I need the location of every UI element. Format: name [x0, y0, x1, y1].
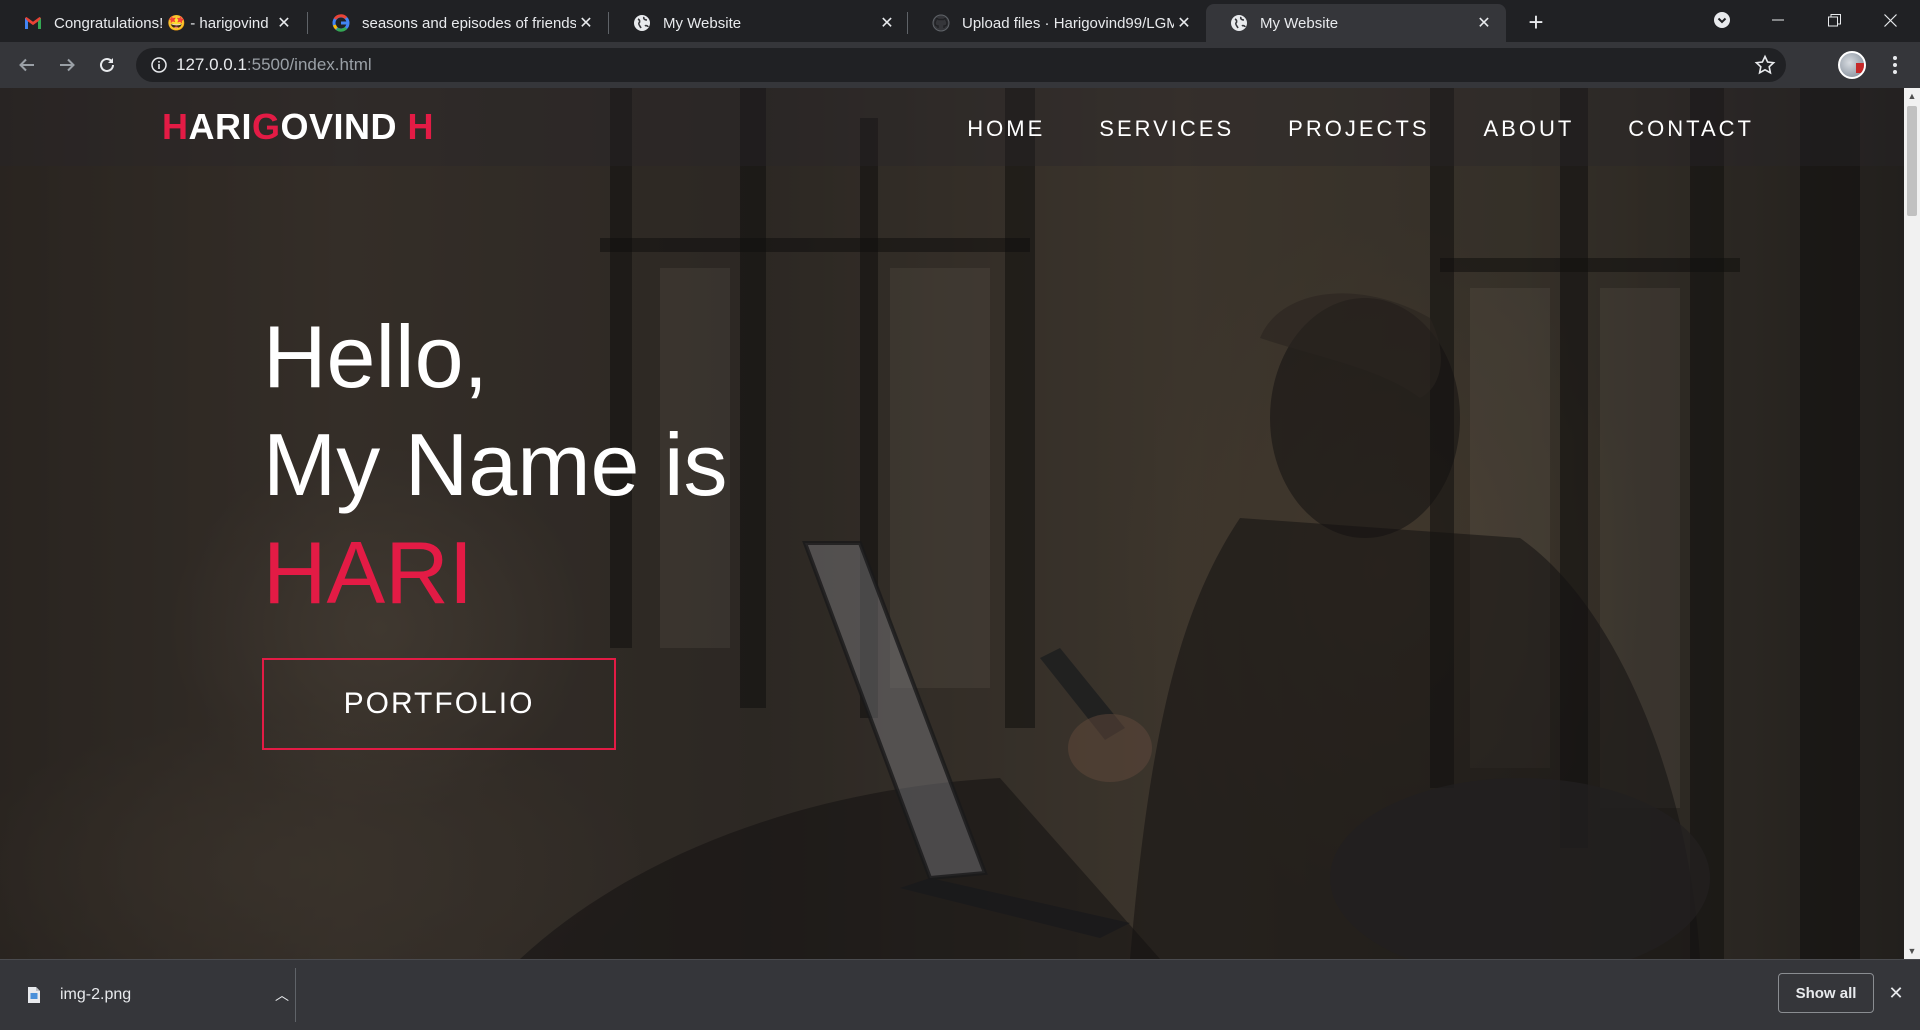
download-filename: img-2.png [60, 986, 132, 1003]
back-arrow-icon[interactable] [12, 50, 42, 80]
downloads-bar: img-2.png ︿ Show all ✕ [0, 959, 1920, 1030]
tab-google-search[interactable]: seasons and episodes of friends - ✕ [308, 4, 608, 42]
tab-title: seasons and episodes of friends - [362, 14, 576, 32]
minimize-icon[interactable] [1750, 0, 1806, 40]
download-separator [295, 968, 296, 1022]
hero-line-greeting: Hello, [263, 307, 488, 406]
menu-kebab-icon[interactable] [1880, 50, 1910, 80]
globe-icon [1230, 14, 1248, 32]
new-tab-plus-icon[interactable]: + [1522, 7, 1550, 37]
tab-my-website-active[interactable]: My Website ✕ [1206, 4, 1506, 42]
close-icon[interactable]: ✕ [877, 13, 897, 33]
close-window-icon[interactable] [1862, 0, 1918, 40]
chevron-up-icon[interactable]: ︿ [270, 985, 294, 1005]
url-text: 127.0.0.1:5500/index.html [176, 55, 372, 75]
globe-icon [633, 14, 651, 32]
close-icon[interactable]: ✕ [576, 13, 596, 33]
logo-letter: G [252, 106, 281, 147]
tab-strip: Congratulations! 🤩 - harigovind ✕ season… [0, 0, 1920, 42]
reload-icon[interactable] [92, 50, 122, 80]
bookmark-star-icon[interactable] [1754, 54, 1776, 76]
logo-letter: H [407, 106, 435, 147]
nav-home[interactable]: HOME [967, 116, 1045, 142]
github-icon [932, 14, 950, 32]
forward-arrow-icon[interactable] [52, 50, 82, 80]
profile-avatar[interactable] [1838, 51, 1866, 79]
url-path: :5500/index.html [246, 55, 372, 74]
tab-gmail[interactable]: Congratulations! 🤩 - harigovind ✕ [0, 4, 306, 42]
scroll-thumb[interactable] [1907, 106, 1917, 216]
page-viewport: HARIGOVIND H HOME SERVICES PROJECTS ABOU… [0, 88, 1904, 959]
nav-contact[interactable]: CONTACT [1628, 116, 1754, 142]
logo-text: ARI [188, 106, 252, 147]
tab-title: Congratulations! 🤩 - harigovind [54, 15, 269, 32]
address-bar[interactable]: 127.0.0.1:5500/index.html [136, 48, 1786, 82]
url-host: 127.0.0.1 [176, 55, 247, 74]
gmail-icon [24, 14, 42, 32]
show-all-button[interactable]: Show all [1778, 973, 1874, 1013]
restore-icon[interactable] [1806, 0, 1862, 40]
hero-name: HARI [263, 523, 474, 622]
tab-title: Upload files · Harigovind99/LGM [962, 14, 1174, 32]
close-icon[interactable]: ✕ [1474, 13, 1494, 33]
file-image-icon [24, 984, 44, 1006]
hero-heading: Hello, My Name is HARI [263, 303, 728, 627]
site-logo[interactable]: HARIGOVIND H [162, 106, 434, 148]
tab-github-upload[interactable]: Upload files · Harigovind99/LGM ✕ [908, 4, 1206, 42]
logo-letter: H [162, 106, 189, 147]
close-downloads-icon[interactable]: ✕ [1885, 982, 1907, 1004]
tab-title: My Website [1260, 14, 1339, 32]
page-scrollbar[interactable]: ▲ ▼ [1904, 88, 1920, 959]
tab-title: My Website [663, 14, 742, 32]
hero-line-intro: My Name is [263, 415, 728, 514]
scroll-up-arrow-icon[interactable]: ▲ [1904, 88, 1920, 104]
close-icon[interactable]: ✕ [1174, 13, 1194, 33]
download-item[interactable]: img-2.png ︿ [24, 972, 294, 1018]
main-nav: HOME SERVICES PROJECTS ABOUT CONTACT [967, 116, 1754, 142]
scroll-down-arrow-icon[interactable]: ▼ [1904, 943, 1920, 959]
tab-my-website[interactable]: My Website ✕ [609, 4, 909, 42]
tab-search-icon[interactable] [1694, 0, 1750, 40]
site-info-icon[interactable] [142, 57, 176, 73]
close-icon[interactable]: ✕ [274, 13, 294, 33]
nav-about[interactable]: ABOUT [1484, 116, 1575, 142]
nav-services[interactable]: SERVICES [1099, 116, 1234, 142]
logo-text: OVIND [280, 106, 408, 147]
nav-projects[interactable]: PROJECTS [1288, 116, 1429, 142]
portfolio-button[interactable]: PORTFOLIO [262, 658, 616, 750]
google-icon [332, 14, 350, 32]
browser-toolbar: 127.0.0.1:5500/index.html [0, 42, 1920, 88]
